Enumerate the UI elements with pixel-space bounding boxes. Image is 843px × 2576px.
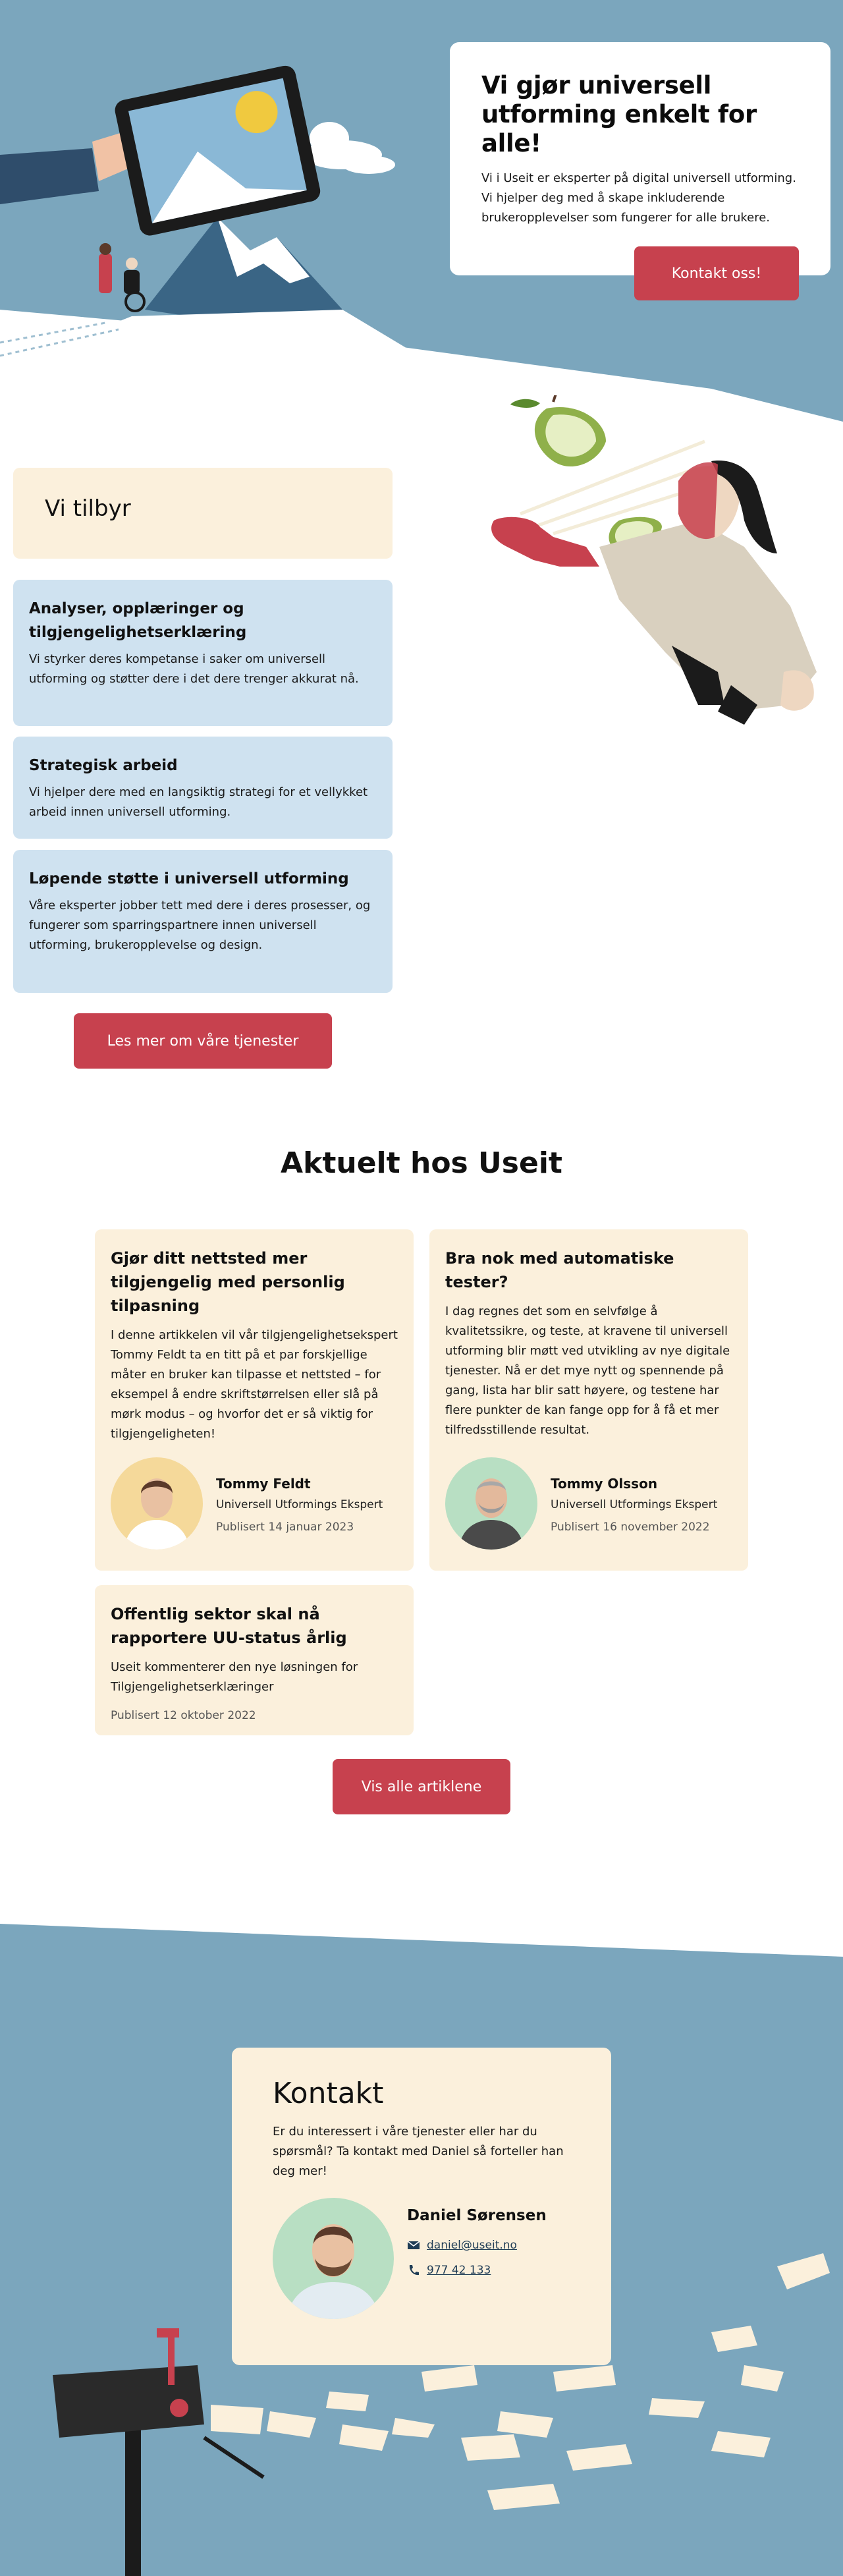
article-author: Tommy Olsson Universell Utformings Ekspe… — [445, 1457, 735, 1556]
contact-text: Er du interessert i våre tjenester eller… — [273, 2125, 564, 2178]
article-card[interactable]: Gjør ditt nettsted mer tilgjengelig med … — [95, 1229, 414, 1571]
author-name: Tommy Feldt — [216, 1476, 311, 1492]
view-all-articles-button[interactable]: Vis alle artiklene — [333, 1759, 510, 1814]
contact-name: Daniel Sørensen — [407, 2207, 547, 2224]
services-section: Vi tilbyr Analyser, opplæringer og tilgj… — [0, 395, 843, 1080]
email-row: daniel@useit.no — [407, 2239, 517, 2252]
phone-row: 977 42 133 — [407, 2264, 491, 2277]
publish-date: Publisert 14 januar 2023 — [216, 1521, 354, 1534]
service-title: Strategisk arbeid — [29, 757, 178, 774]
service-card[interactable]: Strategisk arbeid Vi hjelper dere med en… — [13, 737, 393, 839]
author-role: Universell Utformings Ekspert — [216, 1498, 383, 1511]
phone-icon — [409, 2265, 419, 2276]
publish-date: Publisert 12 oktober 2022 — [111, 1709, 256, 1722]
author-info: Tommy Olsson Universell Utformings Ekspe… — [551, 1476, 717, 1534]
service-text: Våre eksperter jobber tett med dere i de… — [29, 899, 371, 952]
contact-person: Daniel Sørensen daniel@useit.no 977 42 1… — [273, 2198, 576, 2330]
contact-us-button[interactable]: Kontakt oss! — [634, 246, 799, 300]
karate-apple-illustration — [491, 395, 817, 725]
service-title: Analyser, opplæringer og tilgjengelighet… — [29, 600, 247, 641]
author-name: Tommy Olsson — [551, 1476, 658, 1492]
service-text: Vi styrker deres kompetanse i saker om u… — [29, 652, 359, 686]
phone-link[interactable]: 977 42 133 — [427, 2264, 491, 2277]
service-text: Vi hjelper dere med en langsiktig strate… — [29, 785, 368, 819]
article-text: Useit kommenterer den nye løsningen for … — [111, 1660, 358, 1694]
author-info: Tommy Feldt Universell Utformings Eksper… — [216, 1476, 383, 1534]
mail-icon — [407, 2241, 420, 2249]
service-title: Løpende støtte i universell utforming — [29, 870, 349, 887]
contact-section: Kontakt Er du interessert i våre tjenest… — [0, 1911, 843, 2576]
avatar — [111, 1457, 203, 1550]
publish-date: Publisert 16 november 2022 — [551, 1521, 710, 1534]
hero-card: Vi gjør universell utforming enkelt for … — [450, 42, 830, 300]
offer-heading-box: Vi tilbyr — [13, 468, 393, 559]
service-card[interactable]: Analyser, opplæringer og tilgjengelighet… — [13, 580, 393, 726]
hero-title: Vi gjør universell utforming enkelt for … — [481, 71, 757, 157]
hero-section: Vi gjør universell utforming enkelt for … — [0, 0, 843, 435]
service-card[interactable]: Løpende støtte i universell utforming Vå… — [13, 850, 393, 993]
article-card[interactable]: Offentlig sektor skal nå rapportere UU-s… — [95, 1585, 414, 1735]
contact-heading: Kontakt — [273, 2077, 384, 2110]
article-title[interactable]: Offentlig sektor skal nå rapportere UU-s… — [111, 1602, 398, 1650]
news-heading: Aktuelt hos Useit — [281, 1146, 562, 1180]
article-text: I denne artikkelen vil vår tilgjengeligh… — [111, 1328, 398, 1441]
contact-card: Kontakt Er du interessert i våre tjenest… — [232, 2048, 611, 2365]
article-title[interactable]: Bra nok med automatiske tester? — [445, 1246, 732, 1294]
hero-text: Vi i Useit er eksperter på digital unive… — [481, 171, 796, 225]
article-author: Tommy Feldt Universell Utformings Eksper… — [111, 1457, 400, 1556]
read-more-services-button[interactable]: Les mer om våre tjenester — [74, 1013, 332, 1069]
avatar — [445, 1457, 537, 1550]
author-role: Universell Utformings Ekspert — [551, 1498, 718, 1511]
article-text: I dag regnes det som en selvfølge å kval… — [445, 1304, 730, 1437]
avatar — [273, 2198, 394, 2319]
offer-heading: Vi tilbyr — [45, 495, 131, 522]
email-link[interactable]: daniel@useit.no — [427, 2239, 517, 2252]
article-title[interactable]: Gjør ditt nettsted mer tilgjengelig med … — [111, 1246, 398, 1318]
article-card[interactable]: Bra nok med automatiske tester? I dag re… — [429, 1229, 748, 1571]
